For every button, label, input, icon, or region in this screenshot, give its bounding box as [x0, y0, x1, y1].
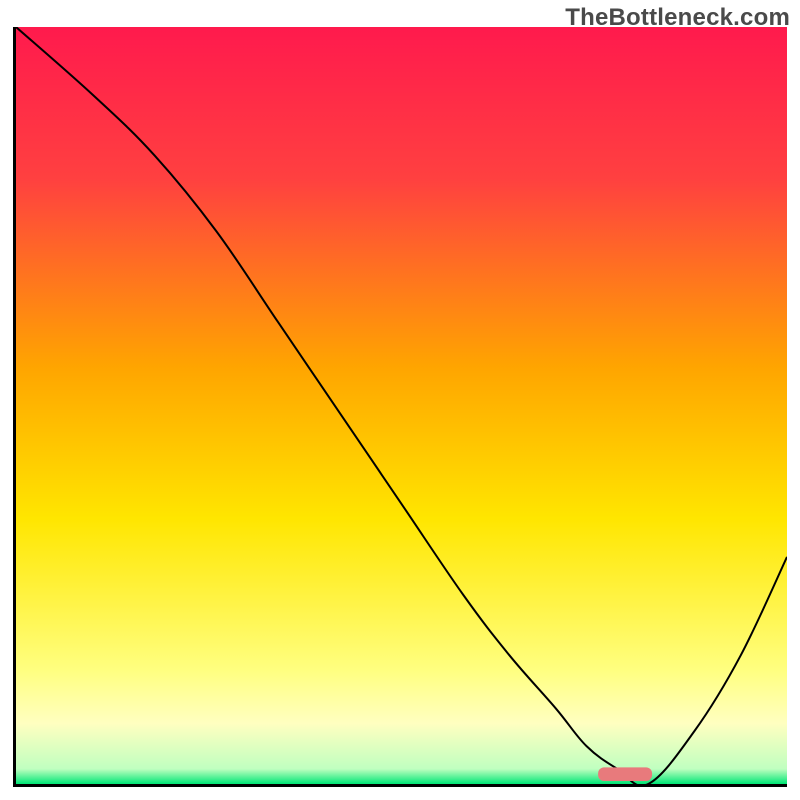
chart-background [16, 27, 787, 784]
optimal-marker [598, 767, 652, 781]
chart-frame: TheBottleneck.com [0, 0, 800, 800]
plot-area [13, 27, 787, 787]
chart-svg [16, 27, 787, 784]
